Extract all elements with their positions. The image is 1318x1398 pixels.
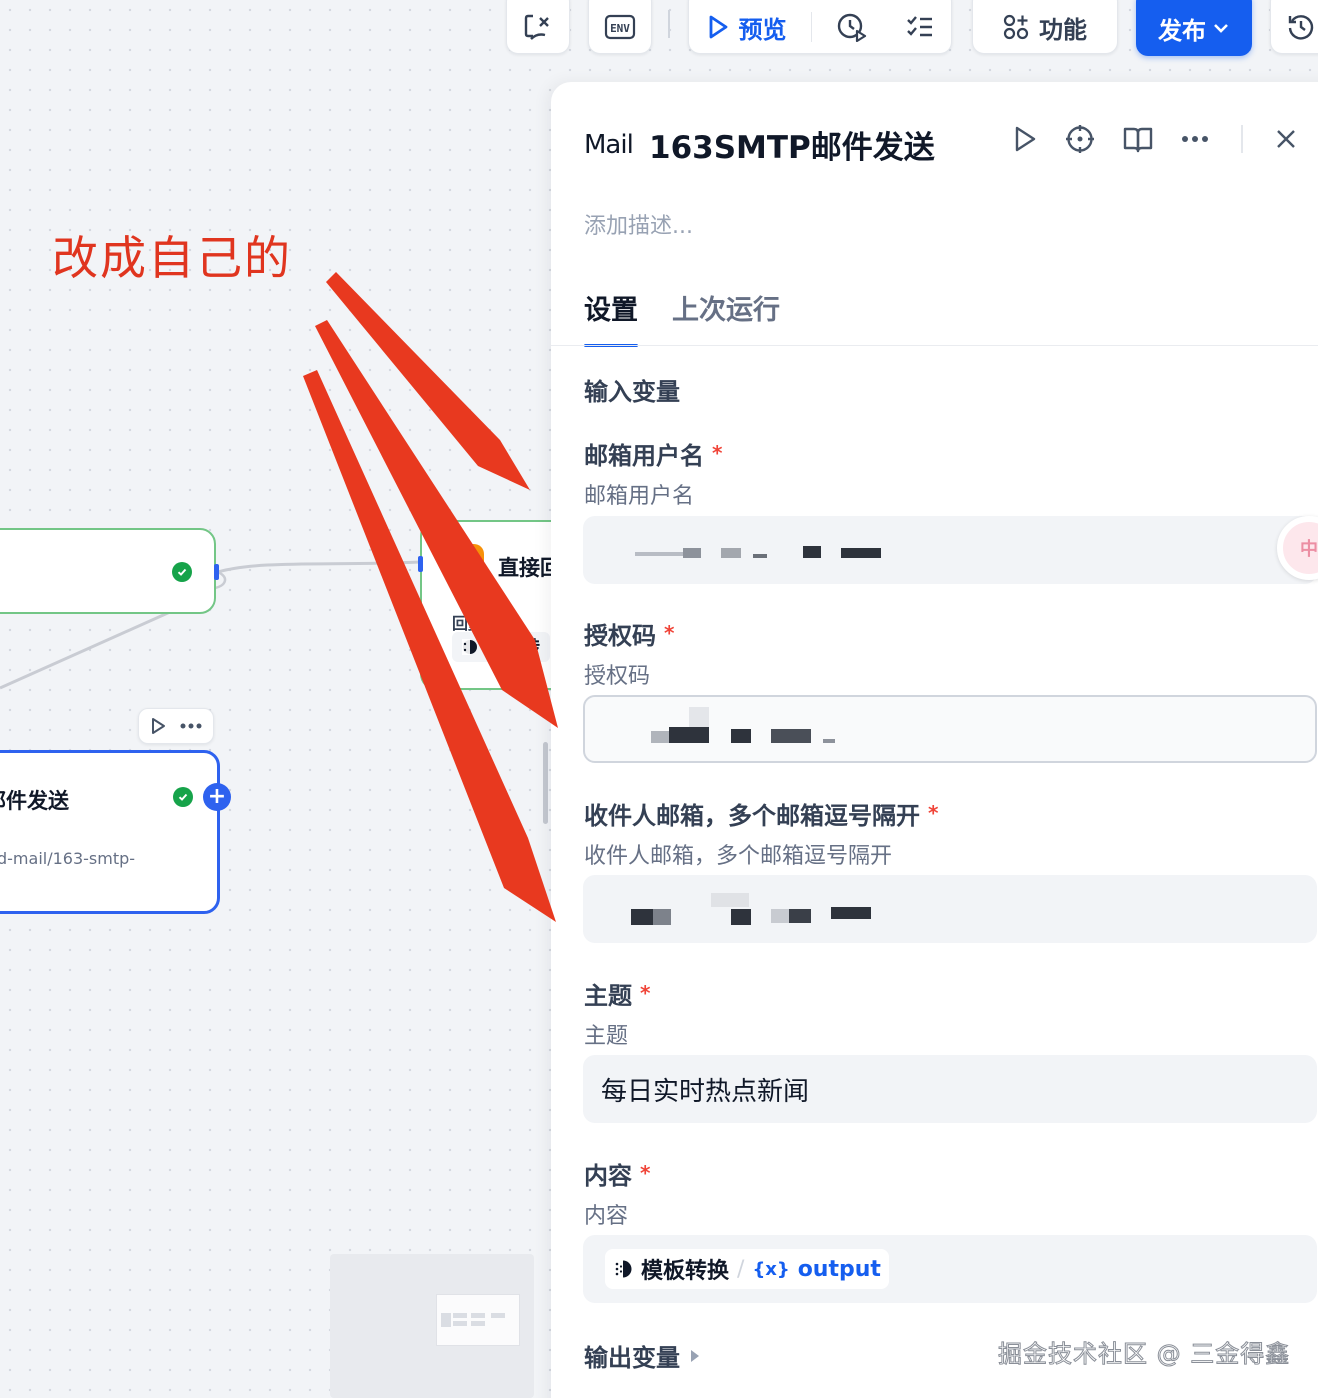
content-sublabel: 内容 xyxy=(584,1204,629,1229)
actions-divider xyxy=(1241,125,1243,153)
toolbar-divider xyxy=(668,10,670,38)
required-star: * xyxy=(664,621,675,645)
svg-text:ENV: ENV xyxy=(610,22,630,35)
output-handle[interactable] xyxy=(214,564,219,580)
tab-last-run[interactable]: 上次运行 xyxy=(672,288,780,347)
required-star: * xyxy=(712,441,723,465)
auth-code-label: 授权码 * xyxy=(584,621,675,650)
variable-reference-chip[interactable]: 模板转换 / {x} output xyxy=(605,1249,889,1289)
features-button[interactable]: 功能 xyxy=(972,0,1118,54)
publish-label: 发布 xyxy=(1158,16,1206,45)
required-star: * xyxy=(928,801,939,825)
annotation-text: 改成自己的 xyxy=(52,231,292,285)
tabs-divider xyxy=(551,345,1318,346)
reply-node-icon xyxy=(444,544,484,584)
mail-send-node[interactable]: 邮件发送 d-mail/163-smtp- + xyxy=(0,750,231,914)
subject-sublabel: 主题 xyxy=(584,1024,629,1049)
required-star: * xyxy=(640,981,651,1005)
features-label: 功能 xyxy=(1039,15,1087,44)
input-variables-title: 输入变量 xyxy=(584,378,680,406)
more-options-icon[interactable] xyxy=(1181,135,1209,143)
close-icon[interactable] xyxy=(1275,128,1297,150)
run-history-icon[interactable] xyxy=(836,12,868,42)
output-variables-toggle[interactable]: 输出变量 xyxy=(584,1338,700,1373)
reply-node-sublabel: 回复 xyxy=(452,614,485,633)
preview-divider xyxy=(810,12,812,42)
clear-variables-button[interactable] xyxy=(506,0,570,54)
run-step-icon[interactable] xyxy=(1013,125,1037,153)
panel-actions xyxy=(1013,124,1297,154)
chevron-down-icon xyxy=(1214,24,1228,33)
input-handle[interactable] xyxy=(418,556,423,572)
subject-input[interactable]: 每日实时热点新闻 xyxy=(583,1055,1317,1123)
output-variables-title: 输出变量 xyxy=(584,1344,680,1372)
panel-title[interactable]: 163SMTP邮件发送 xyxy=(649,122,935,167)
version-history-button[interactable] xyxy=(1270,0,1318,54)
env-button[interactable]: ENV xyxy=(588,0,652,54)
panel-tabs: 设置 上次运行 xyxy=(584,288,780,347)
recipients-label: 收件人邮箱，多个邮箱逗号隔开 * xyxy=(584,801,939,830)
locate-node-icon[interactable] xyxy=(1065,124,1095,154)
content-input[interactable]: 模板转换 / {x} output xyxy=(583,1235,1317,1303)
mail-node-subtitle: d-mail/163-smtp- xyxy=(0,849,136,868)
variable-icon: {x} xyxy=(752,1258,790,1280)
preview-button[interactable]: 预览 xyxy=(707,10,787,45)
start-node[interactable] xyxy=(0,528,219,614)
username-sublabel: 邮箱用户名 xyxy=(584,484,695,509)
minimap[interactable] xyxy=(330,1254,534,1398)
variable-name: output xyxy=(797,1256,881,1282)
tab-settings[interactable]: 设置 xyxy=(584,288,638,347)
history-icon xyxy=(1288,15,1314,40)
username-input[interactable] xyxy=(583,516,1317,584)
success-check-icon xyxy=(172,562,192,582)
template-transform-icon xyxy=(613,1259,632,1279)
panel-resize-handle[interactable] xyxy=(543,742,548,824)
content-label: 内容 * xyxy=(584,1161,651,1190)
env-icon: ENV xyxy=(604,14,636,40)
success-check-icon xyxy=(173,787,193,807)
caret-right-icon xyxy=(691,1349,699,1362)
add-node-plus-icon[interactable]: + xyxy=(203,783,231,811)
publish-button[interactable]: 发布 xyxy=(1136,0,1252,56)
run-node-icon[interactable] xyxy=(150,717,166,735)
more-icon[interactable] xyxy=(180,723,202,729)
subject-label: 主题 * xyxy=(584,981,651,1010)
recipients-input[interactable] xyxy=(583,875,1317,943)
auth-code-input[interactable] xyxy=(583,695,1317,763)
node-mini-toolbar xyxy=(138,708,214,744)
variable-node-name: 模板转换 xyxy=(641,1259,730,1284)
reply-node-chip: 模板转 xyxy=(452,632,550,662)
canvas-edges xyxy=(0,560,421,690)
variable-clear-icon xyxy=(524,14,549,40)
docs-book-icon[interactable] xyxy=(1123,125,1153,153)
username-label: 邮箱用户名 * xyxy=(584,441,723,470)
reply-node-chip-label: 模板转 xyxy=(486,638,540,659)
preview-label: 预览 xyxy=(738,15,787,44)
node-config-panel: Mail 163SMTP邮件发送 添加描述... 设置 上次运行 输入变量 邮箱… xyxy=(551,82,1318,1398)
recipients-sublabel: 收件人邮箱，多个邮箱逗号隔开 xyxy=(584,844,893,869)
preview-group: 预览 xyxy=(688,0,952,54)
features-grid-icon xyxy=(1003,14,1029,40)
watermark: 掘金技术社区 @ 三金得鑫 xyxy=(997,1340,1291,1369)
checklist-icon[interactable] xyxy=(906,14,934,40)
description-input[interactable]: 添加描述... xyxy=(584,208,693,240)
mail-node-title: 邮件发送 xyxy=(0,789,69,813)
required-star: * xyxy=(640,1161,651,1185)
minimap-viewport xyxy=(436,1294,520,1346)
auth-code-sublabel: 授权码 xyxy=(584,664,651,689)
play-icon xyxy=(709,15,727,39)
variable-separator: / xyxy=(737,1256,745,1282)
mail-type-label: Mail xyxy=(584,130,634,160)
template-transform-icon xyxy=(462,639,477,655)
